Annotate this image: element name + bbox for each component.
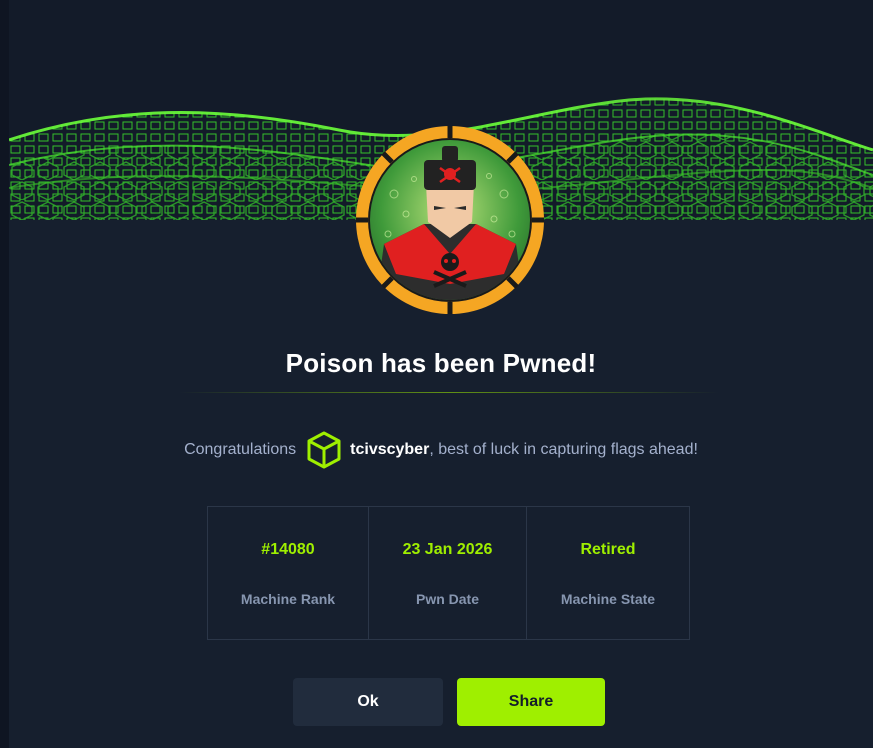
ok-button[interactable]: Ok [293,678,443,726]
stat-label: Machine Rank [240,591,336,607]
stat-label: Pwn Date [415,591,479,607]
stat-value: Retired [580,541,636,558]
title-divider [179,392,719,393]
congrats-message: Congratulations tcivscyber , best of luc… [9,430,873,470]
stat-pwn-date: 23 Jan 2026 Pwn Date [369,507,527,639]
stat-machine-rank: #14080 Machine Rank [208,507,369,639]
username[interactable]: tcivscyber [350,441,429,459]
cube-icon [306,430,342,470]
congrats-prefix: Congratulations [184,441,297,458]
stat-label: Machine State [560,591,656,607]
stat-value: 23 Jan 2026 [402,541,493,558]
stat-value: #14080 [261,541,315,558]
dialog-title: Poison has been Pwned! [285,348,597,378]
congrats-suffix: , best of luck in capturing flags ahead! [429,441,698,458]
pwned-dialog: Poison has been Pwned! Congratulations t… [9,0,873,748]
share-button[interactable]: Share [457,678,605,726]
stat-machine-state: Retired Machine State [527,507,689,639]
machine-avatar [354,124,546,316]
stats-table: #14080 Machine Rank 23 Jan 2026 Pwn Date… [207,506,690,640]
